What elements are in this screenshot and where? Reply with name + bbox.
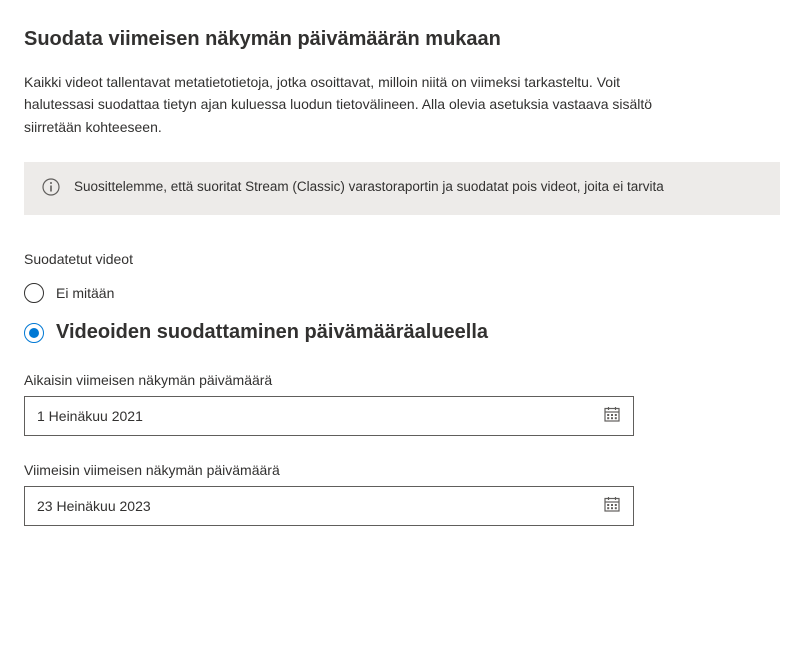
info-banner: Suosittelemme, että suoritat Stream (Cla… [24, 162, 780, 215]
info-icon [42, 178, 60, 201]
filter-section-label: Suodatetut videot [24, 251, 780, 267]
latest-date-value: 23 Heinäkuu 2023 [37, 498, 151, 514]
page-description: Kaikki videot tallentavat metatietotieto… [24, 71, 664, 138]
earliest-date-value: 1 Heinäkuu 2021 [37, 408, 143, 424]
earliest-date-field-group: Aikaisin viimeisen näkymän päivämäärä 1 … [24, 372, 780, 436]
radio-circle-selected-icon [24, 323, 44, 343]
latest-date-input[interactable]: 23 Heinäkuu 2023 [24, 486, 634, 526]
earliest-date-label: Aikaisin viimeisen näkymän päivämäärä [24, 372, 780, 388]
radio-inner-dot [29, 328, 39, 338]
radio-circle-icon [24, 283, 44, 303]
radio-label-none: Ei mitään [56, 285, 114, 301]
radio-label-date-range: Videoiden suodattaminen päivämääräalueel… [56, 321, 488, 344]
radio-option-date-range[interactable]: Videoiden suodattaminen päivämääräalueel… [24, 321, 780, 344]
latest-date-field-group: Viimeisin viimeisen näkymän päivämäärä 2… [24, 462, 780, 526]
earliest-date-input[interactable]: 1 Heinäkuu 2021 [24, 396, 634, 436]
radio-option-none[interactable]: Ei mitään [24, 283, 780, 303]
calendar-icon [603, 405, 621, 428]
latest-date-label: Viimeisin viimeisen näkymän päivämäärä [24, 462, 780, 478]
calendar-icon [603, 495, 621, 518]
filter-radio-group: Ei mitään Videoiden suodattaminen päiväm… [24, 283, 780, 344]
info-banner-text: Suosittelemme, että suoritat Stream (Cla… [74, 176, 664, 198]
page-title: Suodata viimeisen näkymän päivämäärän mu… [24, 28, 780, 51]
